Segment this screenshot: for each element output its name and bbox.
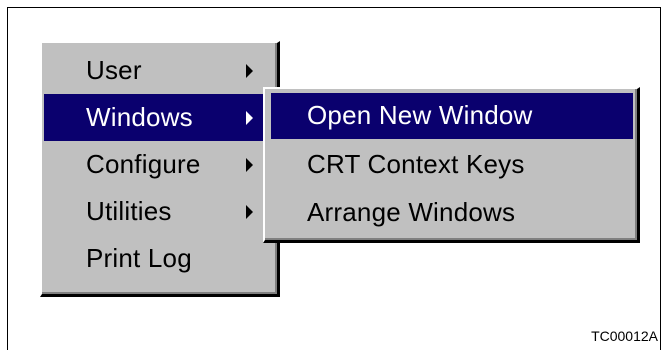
menu-item-configure[interactable]: Configure bbox=[44, 141, 273, 188]
submenu-item-label: Open New Window bbox=[307, 99, 533, 130]
menu-item-label: Utilities bbox=[86, 195, 172, 226]
submenu-item-open-new-window[interactable]: Open New Window bbox=[271, 93, 633, 139]
submenu-arrow-icon bbox=[246, 204, 253, 219]
menu-item-utilities[interactable]: Utilities bbox=[44, 188, 273, 235]
menu-shadow bbox=[42, 292, 277, 294]
menu-item-label: Configure bbox=[86, 148, 201, 179]
submenu-arrow-icon bbox=[246, 63, 253, 78]
main-context-menu: User Windows Configure Utilities Print L… bbox=[40, 41, 280, 297]
submenu-item-label: Arrange Windows bbox=[307, 196, 516, 227]
menu-shadow bbox=[265, 238, 637, 240]
menu-item-windows[interactable]: Windows bbox=[44, 94, 273, 141]
menu-item-user[interactable]: User bbox=[44, 47, 273, 94]
menu-item-print-log[interactable]: Print Log bbox=[44, 235, 273, 282]
submenu-item-arrange-windows[interactable]: Arrange Windows bbox=[271, 190, 633, 236]
menu-shadow bbox=[635, 89, 637, 240]
menu-item-label: Print Log bbox=[86, 242, 192, 273]
submenu-arrow-icon bbox=[246, 157, 253, 172]
windows-submenu: Open New Window CRT Context Keys Arrange… bbox=[263, 87, 640, 243]
submenu-arrow-icon bbox=[246, 110, 253, 125]
figure-code: TC00012A bbox=[591, 328, 658, 344]
submenu-item-crt-context-keys[interactable]: CRT Context Keys bbox=[271, 142, 633, 188]
menu-item-label: Windows bbox=[86, 101, 193, 132]
menu-item-label: User bbox=[86, 54, 142, 85]
submenu-item-label: CRT Context Keys bbox=[307, 148, 525, 179]
